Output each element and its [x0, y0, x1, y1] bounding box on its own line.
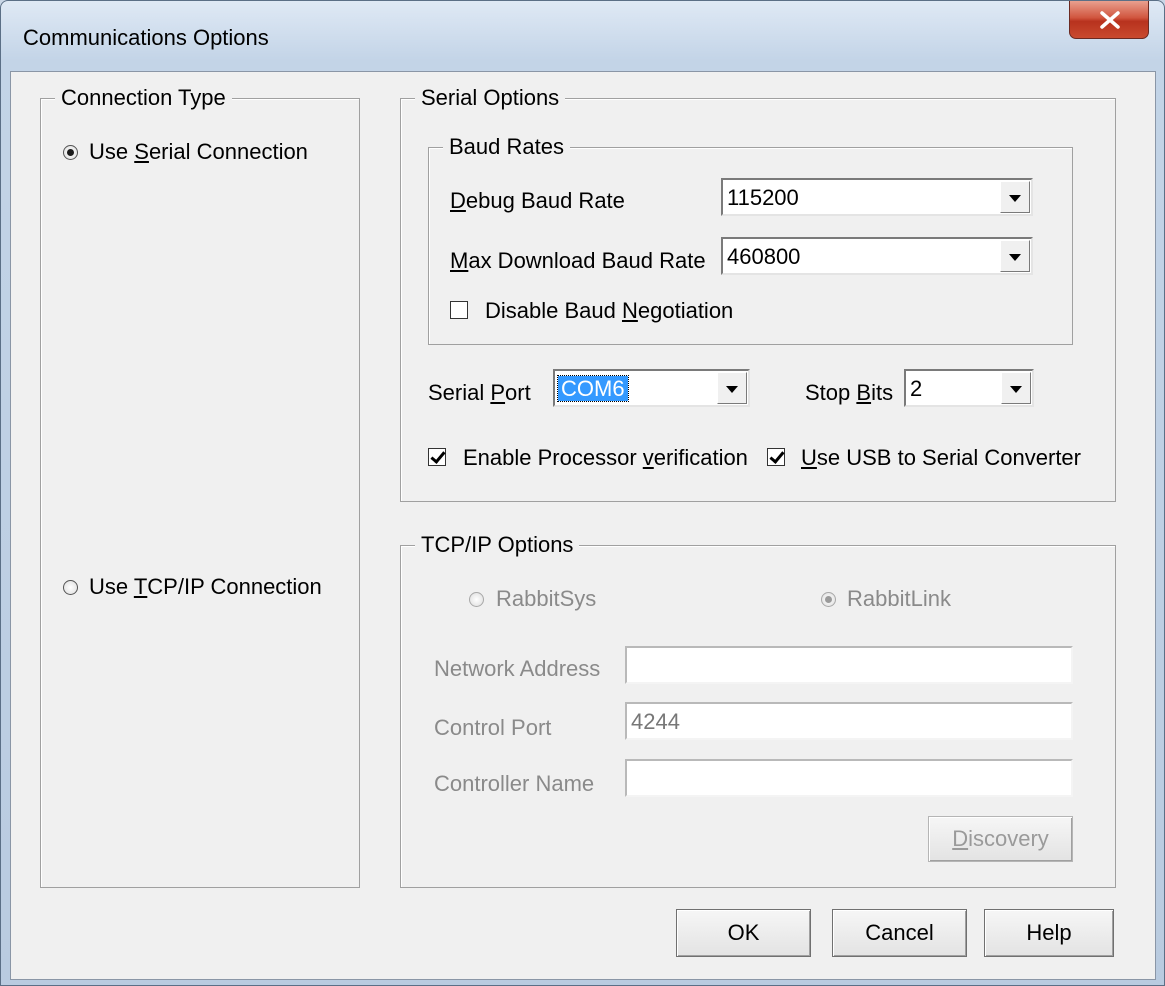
close-icon	[1100, 11, 1120, 29]
max-download-baud-rate-value: 460800	[727, 244, 801, 269]
debug-baud-rate-label: Debug Baud Rate	[450, 188, 625, 213]
radio-indicator[interactable]	[63, 580, 78, 595]
chevron-down-icon[interactable]	[1001, 372, 1031, 404]
ok-button[interactable]: OK	[676, 909, 811, 957]
stop-bits-value: 2	[910, 376, 923, 401]
rabbitlink-label: RabbitLink	[847, 586, 951, 611]
use-serial-label: Use Serial Connection	[89, 139, 308, 164]
use-tcpip-label: Use TCP/IP Connection	[89, 574, 322, 599]
use-usb-to-serial-label: Use USB to Serial Converter	[801, 445, 1081, 470]
serial-options-group: Serial Options Baud Rates Debug Baud Rat…	[400, 85, 1116, 502]
control-port-field[interactable]: 4244	[625, 702, 1073, 740]
serial-options-legend: Serial Options	[415, 85, 566, 111]
radio-indicator[interactable]	[469, 592, 484, 607]
chevron-down-icon[interactable]	[1000, 181, 1030, 213]
help-button[interactable]: Help	[984, 909, 1114, 957]
window-title: Communications Options	[23, 25, 269, 50]
network-address-label: Network Address	[434, 656, 601, 681]
stop-bits-label: Stop Bits	[805, 380, 894, 405]
max-download-baud-rate-combo[interactable]: 460800	[721, 237, 1033, 275]
radio-indicator[interactable]	[63, 145, 78, 160]
chevron-down-icon[interactable]	[1000, 240, 1030, 272]
debug-baud-rate-combo[interactable]: 115200	[721, 178, 1033, 216]
discovery-button[interactable]: Discovery	[928, 816, 1073, 862]
checkbox-box[interactable]	[450, 301, 468, 319]
cancel-button[interactable]: Cancel	[832, 909, 967, 957]
control-port-value: 4244	[631, 709, 680, 734]
debug-baud-rate-value: 115200	[727, 185, 799, 210]
tcpip-options-legend: TCP/IP Options	[415, 532, 580, 558]
dialog-client-area: Connection Type Use Serial Connection Us…	[10, 71, 1156, 980]
tcpip-options-group: TCP/IP Options RabbitSys RabbitLink Netw…	[400, 532, 1116, 888]
connection-type-legend: Connection Type	[55, 85, 232, 111]
serial-port-combo[interactable]: COM6	[553, 369, 750, 407]
enable-processor-verification-label: Enable Processor verification	[463, 445, 748, 470]
title-bar[interactable]: Communications Options	[1, 1, 1164, 71]
checkbox-box[interactable]	[428, 448, 446, 466]
controller-name-field[interactable]	[625, 759, 1073, 797]
dialog-window: Communications Options Connection Type U…	[0, 0, 1165, 986]
connection-type-group: Connection Type Use Serial Connection Us…	[40, 85, 360, 888]
disable-baud-negotiation-label: Disable Baud Negotiation	[485, 298, 734, 323]
control-port-label: Control Port	[434, 715, 552, 740]
network-address-field[interactable]	[625, 646, 1073, 684]
close-button[interactable]	[1069, 1, 1149, 39]
chevron-down-icon[interactable]	[717, 372, 747, 404]
checkbox-box[interactable]	[767, 448, 785, 466]
max-download-baud-rate-label: Max Download Baud Rate	[450, 248, 706, 273]
stop-bits-combo[interactable]: 2	[904, 369, 1034, 407]
serial-port-label: Serial Port	[428, 380, 531, 405]
baud-rates-group: Baud Rates Debug Baud Rate 115200 Max Do…	[428, 134, 1073, 345]
baud-rates-legend: Baud Rates	[443, 134, 570, 160]
serial-port-value: COM6	[557, 375, 629, 402]
radio-indicator[interactable]	[821, 592, 836, 607]
controller-name-label: Controller Name	[434, 771, 595, 796]
rabbitsys-label: RabbitSys	[496, 586, 597, 611]
